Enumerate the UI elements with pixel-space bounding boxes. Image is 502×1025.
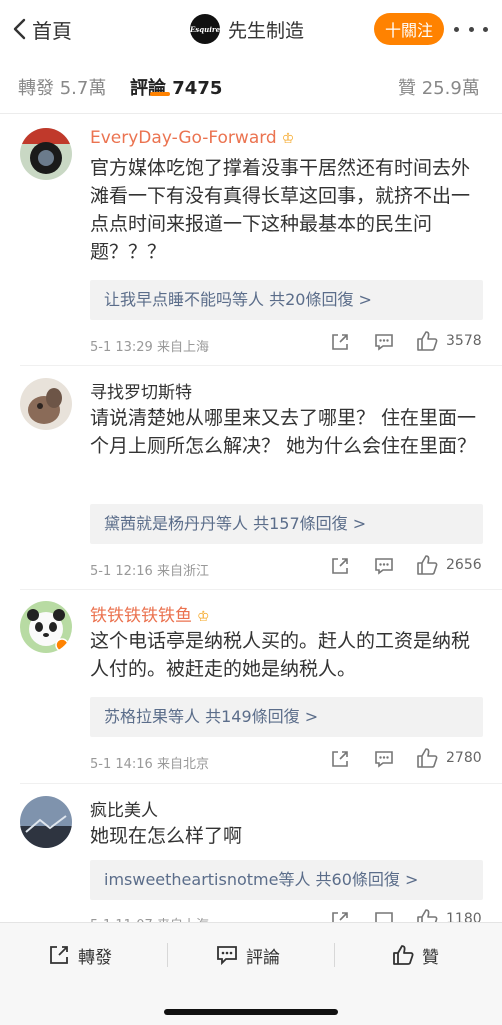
like-button[interactable]: 3578: [416, 330, 482, 352]
avatar[interactable]: [20, 601, 72, 653]
thumbs-up-icon: [417, 748, 438, 768]
comment-action-button[interactable]: 評論: [216, 941, 280, 969]
home-indicator[interactable]: [164, 1009, 338, 1015]
replies-link[interactable]: 黛茜就是杨丹丹等人 共157條回復 >: [90, 504, 483, 544]
tab-likes[interactable]: 贊 25.9萬: [398, 74, 480, 100]
share-icon: [50, 946, 68, 964]
like-button[interactable]: 2780: [416, 747, 482, 769]
comment-text: 请说清楚她从哪里来又去了哪里？ 住在里面一个月上厕所怎么解决？ 她为什么会住在里…: [90, 407, 477, 457]
thumbs-up-icon: [417, 331, 438, 351]
top-bar: 首頁 Esquire 先生制造 十關注: [0, 0, 502, 58]
comment-icon: [375, 558, 393, 575]
like-label: 贊: [422, 947, 439, 968]
comment-text: 官方媒体吃饱了撑着没事干居然还有时间去外滩看一下有没有真得长草这回事，就挤不出一…: [90, 157, 471, 263]
account-avatar[interactable]: Esquire: [190, 14, 220, 44]
active-tab-indicator: [150, 92, 170, 96]
replies-link[interactable]: imsweetheartisnotme等人 共60條回復 >: [90, 860, 483, 900]
comment-meta: 5-1 13:29 来自上海: [90, 340, 209, 355]
repost-button[interactable]: [330, 332, 350, 352]
comment-button[interactable]: [374, 556, 394, 576]
comment-text: 她现在怎么样了啊: [90, 825, 243, 847]
repost-action-button[interactable]: 轉發: [48, 941, 112, 969]
divider: [20, 783, 502, 784]
like-action-button[interactable]: 贊: [392, 941, 439, 969]
share-icon: [332, 558, 348, 574]
share-icon: [332, 751, 348, 767]
back-button[interactable]: 首頁: [12, 12, 72, 46]
like-count: 2780: [446, 750, 482, 766]
comment-icon: [375, 751, 393, 768]
comment-icon: [375, 334, 393, 351]
divider: [20, 365, 502, 366]
bottom-action-bar: 轉發 評論 贊: [0, 922, 502, 1025]
thumbs-up-icon: [417, 555, 438, 575]
replies-link[interactable]: 苏格拉果等人 共149條回復 >: [90, 697, 483, 737]
comment-button[interactable]: [374, 332, 394, 352]
commenter-name[interactable]: EveryDay-Go-Forward ♔: [90, 128, 294, 148]
divider: [167, 943, 168, 967]
more-options-icon[interactable]: [454, 17, 488, 41]
thumbs-up-icon: [393, 945, 414, 965]
like-button[interactable]: 2656: [416, 554, 482, 576]
repost-button[interactable]: [330, 556, 350, 576]
commenter-name[interactable]: 疯比美人: [90, 796, 158, 821]
tab-comments[interactable]: 評論 7475: [130, 74, 222, 100]
comment-label: 評論: [246, 947, 280, 968]
comment-icon: [217, 946, 237, 966]
tab-bar: 轉發 5.7萬 評論 7475 贊 25.9萬: [0, 58, 502, 114]
follow-button[interactable]: 十關注: [374, 13, 444, 45]
comment-meta: 5-1 12:16 来自浙江: [90, 564, 209, 579]
repost-button[interactable]: [330, 749, 350, 769]
divider: [20, 589, 502, 590]
account-name[interactable]: 先生制造: [228, 16, 304, 43]
share-icon: [332, 334, 348, 350]
like-count: 2656: [446, 557, 482, 573]
commenter-name[interactable]: 寻找罗切斯特: [90, 378, 192, 403]
tab-reposts[interactable]: 轉發 5.7萬: [18, 74, 106, 100]
crown-icon: ♔: [281, 131, 295, 147]
comment-meta: 5-1 14:16 来自北京: [90, 757, 209, 772]
crown-icon: ♔: [197, 609, 210, 625]
comment-button[interactable]: [374, 749, 394, 769]
commenter-name[interactable]: 铁铁铁铁铁鱼 ♔: [90, 601, 210, 626]
divider: [334, 943, 335, 967]
avatar[interactable]: [20, 378, 72, 430]
chevron-left-icon: [13, 18, 26, 40]
avatar[interactable]: [20, 796, 72, 848]
replies-link[interactable]: 让我早点睡不能吗等人 共20條回復 >: [90, 280, 483, 320]
comment-text: 这个电话亭是纳税人买的。赶人的工资是纳税人付的。被赶走的她是纳税人。: [90, 630, 471, 680]
like-count: 3578: [446, 333, 482, 349]
repost-label: 轉發: [78, 947, 112, 968]
divider: [0, 113, 502, 114]
account-header[interactable]: Esquire 先生制造: [190, 12, 304, 46]
back-label: 首頁: [32, 18, 72, 43]
avatar[interactable]: [20, 128, 72, 180]
